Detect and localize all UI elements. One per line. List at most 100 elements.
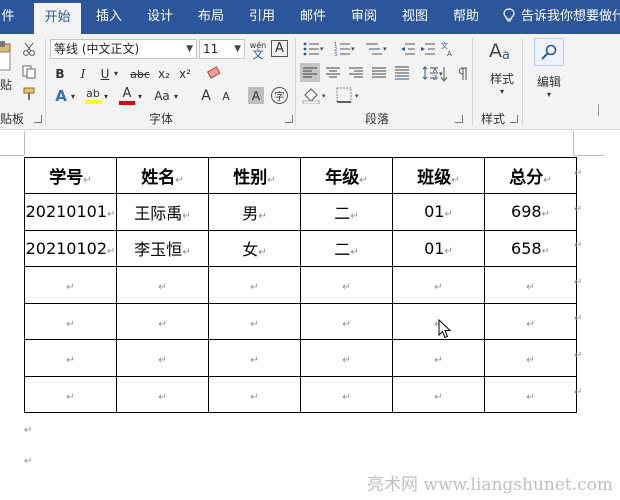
table-cell[interactable]: ↵ (392, 266, 485, 304)
align-right-button[interactable] (346, 63, 366, 82)
editing-button[interactable]: 编辑 ▾ (531, 38, 567, 106)
character-shading-button[interactable]: A (248, 87, 264, 104)
grow-font-button[interactable]: A (197, 86, 215, 106)
paragraph-shading-icon[interactable]: ▾ (302, 86, 332, 104)
table-cell[interactable]: ↵ (208, 266, 301, 304)
tab-review[interactable]: 审阅 (344, 0, 384, 34)
header-cell[interactable]: 总分↵ (484, 157, 577, 194)
table-cell[interactable]: ↵ (300, 302, 393, 340)
header-cell[interactable]: 性别↵ (208, 157, 301, 194)
table-cell[interactable]: ↵ (484, 339, 577, 377)
text-effects-button[interactable]: A (52, 86, 70, 106)
distributed-button[interactable] (392, 63, 412, 82)
table-cell[interactable]: ↵ (484, 375, 577, 413)
table-cell[interactable]: ↵ (208, 339, 301, 377)
clear-formatting-icon[interactable] (206, 66, 222, 80)
change-case-button[interactable]: Aa (151, 86, 173, 106)
line-spacing-button[interactable]: ▾ (420, 63, 448, 82)
table-cell[interactable]: 658↵ (484, 229, 577, 267)
chevron-down-icon[interactable]: ▾ (174, 92, 178, 101)
header-cell[interactable]: 学号↵ (24, 157, 117, 194)
table-cell[interactable]: 20210101↵ (24, 193, 117, 231)
shrink-font-button[interactable]: A (218, 86, 234, 106)
borders-icon[interactable]: ▾ (336, 87, 366, 103)
tab-design[interactable]: 设计 (140, 0, 180, 34)
table-cell[interactable]: ↵ (116, 339, 209, 377)
underline-button[interactable]: U (97, 64, 113, 84)
font-name-combo[interactable]: 等线 (中文正文) ▼ (50, 39, 197, 59)
table-cell[interactable]: ↵ (24, 266, 117, 304)
table-cell[interactable]: ↵ (24, 339, 117, 377)
table-cell[interactable]: ↵ (300, 266, 393, 304)
multilevel-list-icon[interactable]: ▾ (366, 42, 390, 56)
table-cell[interactable]: ↵ (208, 302, 301, 340)
tab-help[interactable]: 帮助 (446, 0, 486, 34)
font-size-combo[interactable]: 11 ▼ (199, 39, 245, 59)
table-cell[interactable]: 20210102↵ (24, 229, 117, 267)
bullets-icon[interactable]: ▾ (303, 42, 325, 56)
italic-button[interactable]: I (75, 64, 91, 84)
data-table[interactable]: 学号↵ 姓名↵ 性别↵ 年级↵ 班级↵ 总分↵ 20210101↵ 王际禹↵ 男… (24, 157, 577, 413)
subscript-button[interactable]: x₂ (155, 64, 173, 84)
table-cell[interactable]: ↵ (116, 266, 209, 304)
numbering-icon[interactable]: 123 ▾ (334, 42, 358, 56)
enclose-characters-button[interactable]: 字 (271, 87, 288, 104)
table-cell[interactable]: ↵ (24, 302, 117, 340)
chevron-down-icon[interactable]: ▾ (138, 92, 142, 101)
table-cell[interactable]: ↵ (392, 375, 485, 413)
asian-layout-icon[interactable]: 文 A (440, 40, 456, 58)
table-cell[interactable]: ↵ (116, 375, 209, 413)
header-cell[interactable]: 年级↵ (300, 157, 393, 194)
header-cell[interactable]: 班级↵ (392, 157, 485, 194)
cut-icon[interactable] (22, 42, 36, 56)
table-cell[interactable]: 二↵ (300, 193, 393, 231)
table-cell[interactable]: ↵ (300, 339, 393, 377)
table-cell[interactable]: 女↵ (208, 229, 301, 267)
show-paragraph-marks-icon[interactable] (456, 67, 468, 81)
character-border-button[interactable]: A (271, 40, 288, 57)
copy-icon[interactable] (22, 65, 36, 79)
font-launcher-icon[interactable] (285, 115, 293, 123)
clipboard-launcher-icon[interactable] (34, 115, 42, 123)
document-page[interactable]: 学号↵ 姓名↵ 性别↵ 年级↵ 班级↵ 总分↵ 20210101↵ 王际禹↵ 男… (0, 131, 620, 500)
decrease-indent-icon[interactable] (400, 42, 416, 56)
table-cell[interactable]: ↵ (300, 375, 393, 413)
table-cell[interactable]: 李玉恒↵ (116, 229, 209, 267)
table-cell[interactable]: ↵ (484, 266, 577, 304)
tab-mailings[interactable]: 邮件 (293, 0, 333, 34)
table-cell[interactable]: 二↵ (300, 229, 393, 267)
table-cell[interactable]: ↵ (24, 375, 117, 413)
table-cell[interactable]: 01↵ (392, 193, 485, 231)
align-left-button[interactable] (300, 63, 320, 82)
tab-view[interactable]: 视图 (395, 0, 435, 34)
tab-layout[interactable]: 布局 (191, 0, 231, 34)
bold-button[interactable]: B (52, 64, 68, 84)
table-cell[interactable]: ↵ (484, 302, 577, 340)
table-cell[interactable]: 王际禹↵ (116, 193, 209, 231)
increase-indent-icon[interactable] (420, 42, 436, 56)
chevron-down-icon[interactable]: ▾ (71, 92, 75, 101)
header-cell[interactable]: 姓名↵ (116, 157, 209, 194)
align-center-button[interactable] (323, 63, 343, 82)
font-color-button[interactable]: A (118, 85, 136, 105)
table-cell[interactable]: 698↵ (484, 193, 577, 231)
styles-button[interactable]: A a 样式 ▾ (482, 38, 522, 106)
table-cell[interactable]: ↵ (116, 302, 209, 340)
paragraph-launcher-icon[interactable] (455, 115, 463, 123)
styles-launcher-icon[interactable] (510, 115, 518, 123)
highlight-button[interactable]: ab (84, 85, 102, 105)
table-cell[interactable]: 01↵ (392, 229, 485, 267)
strikethrough-button[interactable]: abc (128, 64, 152, 84)
tab-insert[interactable]: 插入 (89, 0, 129, 34)
table-cell[interactable]: 男↵ (208, 193, 301, 231)
superscript-button[interactable]: x² (176, 64, 194, 84)
paste-icon[interactable] (0, 38, 14, 74)
chevron-down-icon[interactable]: ▾ (104, 92, 108, 101)
phonetic-guide-button[interactable]: wén 文 (249, 38, 267, 62)
table-cell[interactable]: ↵ (392, 339, 485, 377)
tab-file[interactable]: 件 (0, 0, 20, 34)
justify-button[interactable] (369, 63, 389, 82)
tab-references[interactable]: 引用 (242, 0, 282, 34)
tell-me-box[interactable]: 告诉我你想要做什 (503, 0, 620, 34)
tab-home[interactable]: 开始 (34, 3, 81, 34)
